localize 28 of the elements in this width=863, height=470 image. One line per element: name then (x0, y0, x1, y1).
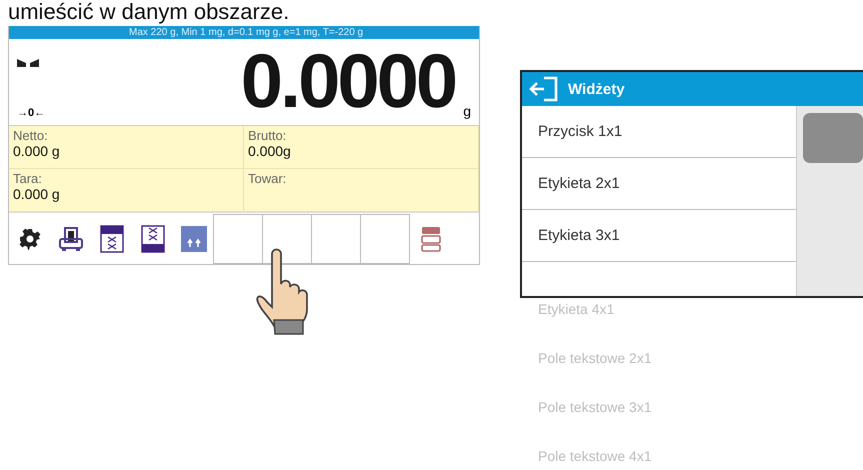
stability-icon (17, 57, 39, 67)
field-label: Tara: (13, 171, 43, 186)
field-value: 0.000 g (13, 143, 61, 160)
weight-reading: 0.0000 (240, 39, 456, 125)
field-label: Netto: (13, 128, 49, 143)
widget-list-item: Pole tekstowe 3x1 (538, 399, 653, 415)
widget-list-item[interactable]: Etykieta 3x1 (522, 210, 796, 262)
widget-list-item: Etykieta 4x1 (538, 301, 616, 317)
tile-icon[interactable] (100, 224, 124, 252)
widget-list-item[interactable]: Przycisk 1x1 (522, 106, 796, 158)
scale-specs-bar: Max 220 g, Min 1 mg, d=0.1 mg g, e=1 mg, T=-220 g (9, 26, 479, 39)
widget-list-item[interactable]: Etykieta 2x1 (522, 158, 796, 210)
menu-title: Widżety (568, 80, 625, 98)
field-label: Towar: (248, 171, 288, 186)
widget-list-item: Pole tekstowe 4x1 (538, 448, 653, 464)
tile-icon[interactable] (140, 224, 164, 252)
scale-icon[interactable] (58, 226, 84, 252)
back-exit-icon[interactable] (528, 76, 558, 102)
field-value: 0.000 g (13, 186, 61, 203)
gear-icon[interactable] (18, 228, 40, 250)
zero-indicator: →0← (17, 107, 46, 119)
field-value: 0.000g (248, 143, 292, 160)
arrows-up-icon[interactable] (180, 226, 206, 252)
database-icon[interactable] (420, 226, 440, 252)
unit-label: g (462, 103, 471, 121)
caption-text: umieścić w danym obszarze. (8, 0, 290, 24)
widget-list-item: Pole tekstowe 2x1 (538, 350, 653, 366)
field-label: Brutto: (248, 128, 288, 143)
